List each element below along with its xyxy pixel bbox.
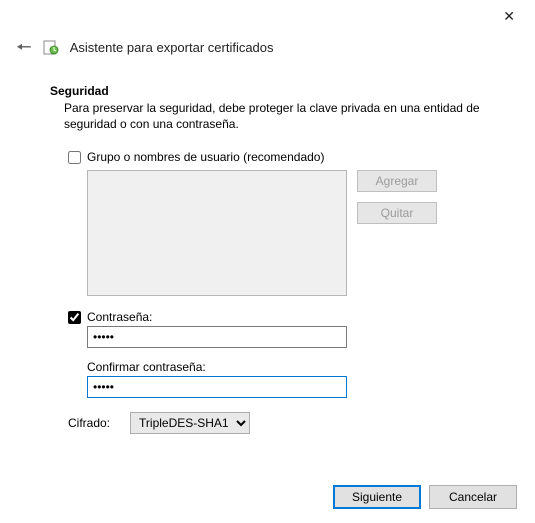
group-checkbox[interactable]	[68, 151, 81, 164]
next-button[interactable]: Siguiente	[333, 485, 421, 509]
password-input[interactable]	[87, 326, 347, 348]
close-icon[interactable]: ✕	[495, 6, 523, 30]
back-arrow-icon[interactable]: 🠔	[16, 38, 32, 56]
section-description: Para preservar la seguridad, debe proteg…	[64, 100, 490, 132]
section-heading: Seguridad	[50, 84, 490, 98]
wizard-title: Asistente para exportar certificados	[70, 40, 274, 55]
remove-button: Quitar	[357, 202, 437, 224]
cipher-label: Cifrado:	[68, 416, 110, 430]
confirm-password-label: Confirmar contraseña:	[87, 360, 490, 374]
certificate-wizard-icon	[42, 38, 60, 56]
group-label: Grupo o nombres de usuario (recomendado)	[87, 150, 324, 164]
cipher-select[interactable]: TripleDES-SHA1	[130, 412, 250, 434]
principals-listbox	[87, 170, 347, 296]
cancel-button[interactable]: Cancelar	[429, 485, 517, 509]
password-checkbox[interactable]	[68, 311, 81, 324]
confirm-password-input[interactable]	[87, 376, 347, 398]
add-button: Agregar	[357, 170, 437, 192]
password-label: Contraseña:	[87, 310, 152, 324]
